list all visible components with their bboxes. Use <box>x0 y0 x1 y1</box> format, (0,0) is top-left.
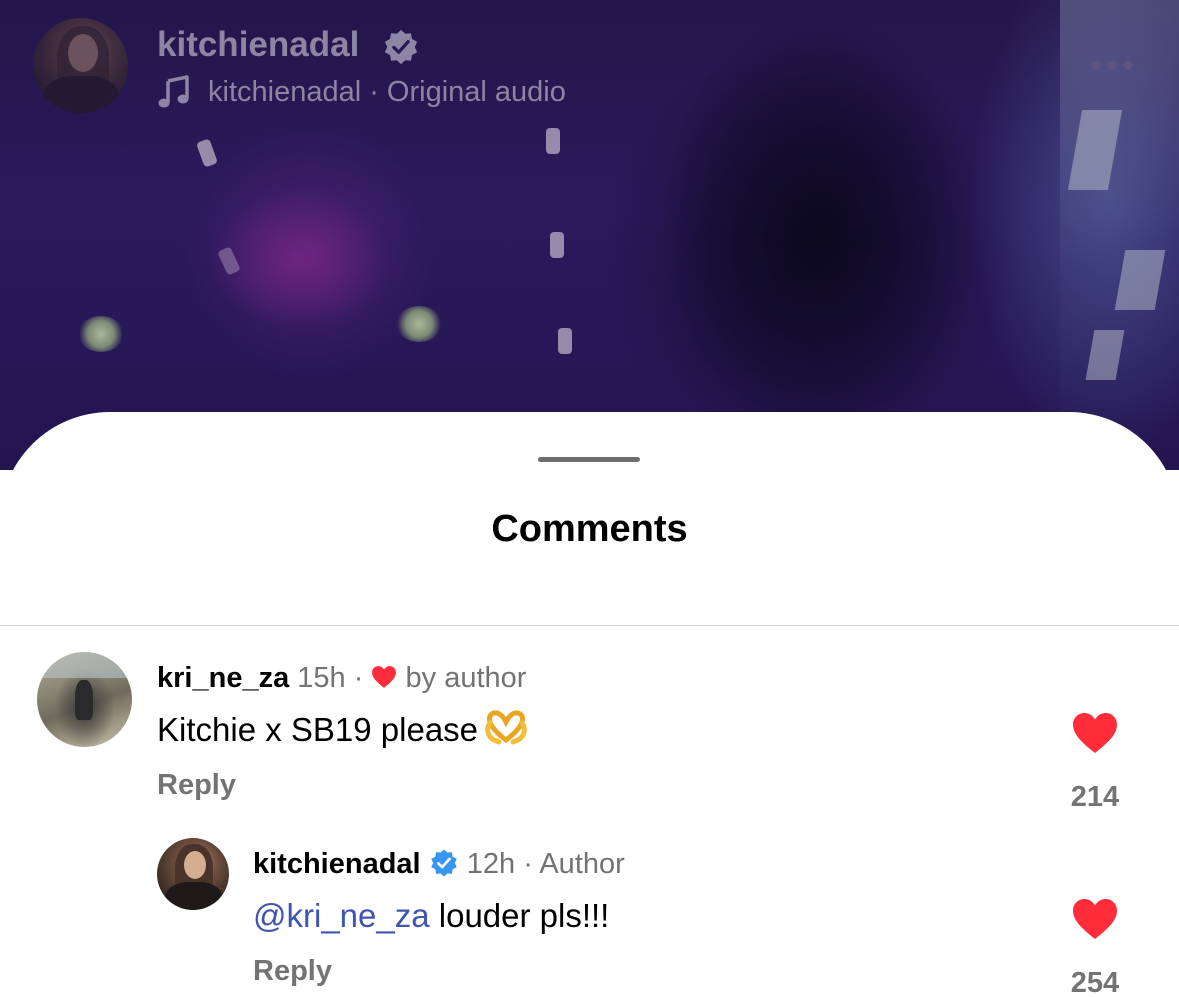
liked-by-author-heart-icon <box>372 666 397 689</box>
comment-username[interactable]: kri_ne_za <box>157 662 289 694</box>
meta-separator: · <box>353 662 364 694</box>
reel-author-avatar[interactable] <box>33 18 128 113</box>
header-divider <box>0 625 1179 626</box>
heart-hands-emoji-icon <box>485 710 527 745</box>
reel-audio-label[interactable]: kitchienadal · Original audio <box>208 72 566 112</box>
comment-meta: kri_ne_za 15h · by author <box>157 660 526 696</box>
reply-button[interactable]: Reply <box>157 767 236 803</box>
liked-by-author-label: by author <box>405 662 527 694</box>
like-heart-icon[interactable] <box>1071 711 1119 755</box>
comment-username[interactable]: kitchienadal <box>253 848 421 880</box>
verified-badge-icon <box>384 29 418 65</box>
author-role-label: Author <box>539 848 625 880</box>
reel-video-background <box>0 0 1179 470</box>
verified-badge-icon <box>430 849 457 877</box>
reel-comments-screen: kitchienadal kitchienadal · Original aud… <box>0 0 1179 997</box>
like-count: 254 <box>1070 967 1120 997</box>
reply-button[interactable]: Reply <box>253 953 332 989</box>
commenter-avatar[interactable] <box>37 652 132 747</box>
like-count: 214 <box>1070 781 1120 813</box>
comment-meta: kitchienadal 12h · Author <box>253 846 625 882</box>
comment-text: @kri_ne_za louder pls!!! <box>253 895 609 937</box>
like-heart-icon[interactable] <box>1071 897 1119 941</box>
comments-title: Comments <box>491 508 688 550</box>
comment-body: Kitchie x SB19 please <box>157 711 479 748</box>
more-options-icon[interactable] <box>1086 56 1142 74</box>
comment-text: Kitchie x SB19 please <box>157 709 528 751</box>
comment-time: 12h <box>466 848 516 880</box>
mention-link[interactable]: @kri_ne_za <box>253 897 430 934</box>
music-note-icon <box>158 75 189 108</box>
comment-body: louder pls!!! <box>429 897 610 934</box>
sheet-drag-handle[interactable] <box>538 457 640 462</box>
author-reply-avatar[interactable] <box>157 838 229 910</box>
comment-time: 15h <box>297 662 346 694</box>
meta-separator: · <box>523 848 533 880</box>
reel-author-username[interactable]: kitchienadal <box>157 22 359 68</box>
